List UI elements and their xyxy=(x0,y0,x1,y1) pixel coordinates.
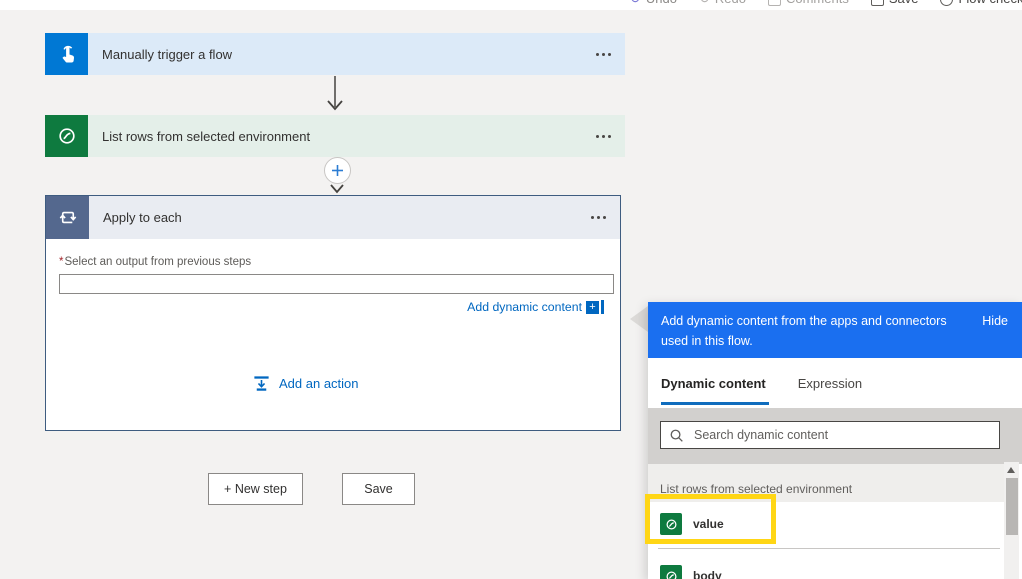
scrollbar-thumb[interactable] xyxy=(1005,478,1018,535)
save-toolbar-button[interactable]: Save xyxy=(870,0,919,10)
save-toolbar-label: Save xyxy=(889,0,919,10)
scroll-up-arrow-icon[interactable] xyxy=(1007,467,1015,473)
add-dynamic-content-button[interactable]: Add dynamic content + xyxy=(467,300,604,314)
dataverse-icon xyxy=(45,115,88,157)
panel-header: Add dynamic content from the apps and co… xyxy=(648,302,1022,358)
redo-icon: ↻ xyxy=(699,0,710,10)
action-card-list-rows[interactable]: List rows from selected environment xyxy=(45,115,625,157)
list-rows-card-menu-button[interactable] xyxy=(596,134,599,138)
section-header-strip: List rows from selected environment xyxy=(648,464,1006,502)
select-output-input[interactable] xyxy=(59,274,614,294)
connector-arrow xyxy=(327,76,343,111)
search-band xyxy=(648,408,1022,464)
dataverse-icon xyxy=(660,565,682,579)
flow-checker-label: Flow checker xyxy=(958,0,1022,10)
add-an-action-label: Add an action xyxy=(279,376,359,391)
panel-scrollbar[interactable] xyxy=(1004,462,1019,579)
item-label: body xyxy=(693,569,722,579)
loop-icon xyxy=(46,196,89,239)
flow-designer-screen: ↺ Undo ↻ Redo Comments Save Flow checker xyxy=(0,0,1022,579)
manual-trigger-icon xyxy=(45,33,88,75)
tab-dynamic-content[interactable]: Dynamic content xyxy=(661,376,766,391)
tab-expression[interactable]: Expression xyxy=(798,376,862,391)
section-header: List rows from selected environment xyxy=(660,482,853,496)
comments-label: Comments xyxy=(786,0,849,10)
hide-button[interactable]: Hide xyxy=(982,311,1008,331)
trigger-card-title: Manually trigger a flow xyxy=(102,46,233,62)
new-step-button[interactable]: + New step xyxy=(208,473,303,505)
undo-label: Undo xyxy=(646,0,677,10)
search-input[interactable] xyxy=(692,427,991,443)
add-dynamic-content-label: Add dynamic content xyxy=(467,300,582,314)
active-tab-underline xyxy=(661,402,769,405)
search-icon xyxy=(670,429,683,442)
dynamic-content-list: List rows from selected environment valu… xyxy=(648,464,1022,579)
dataverse-icon xyxy=(660,513,682,535)
scope-apply-to-each: Apply to each *Select an output from pre… xyxy=(45,195,621,431)
search-box[interactable] xyxy=(660,421,1000,449)
comments-button[interactable]: Comments xyxy=(767,0,849,10)
insert-step-button[interactable] xyxy=(324,157,351,184)
item-divider xyxy=(658,548,1000,549)
flow-checker-icon xyxy=(940,0,954,6)
save-button[interactable]: Save xyxy=(342,473,415,505)
plus-icon xyxy=(332,165,343,176)
add-action-icon xyxy=(254,376,269,391)
flow-checker-button[interactable]: Flow checker xyxy=(940,0,1022,10)
dynamic-content-item-value[interactable]: value xyxy=(648,502,1002,546)
comments-icon xyxy=(767,0,781,6)
apply-to-each-title: Apply to each xyxy=(103,210,182,225)
add-dynamic-content-icon: + xyxy=(586,300,604,314)
dynamic-content-panel: Add dynamic content from the apps and co… xyxy=(648,302,1022,579)
save-icon xyxy=(870,0,884,6)
connector-arrowhead xyxy=(330,184,344,194)
redo-label: Redo xyxy=(715,0,746,10)
undo-icon: ↺ xyxy=(630,0,641,10)
item-label: value xyxy=(693,517,724,531)
undo-button[interactable]: ↺ Undo xyxy=(630,0,677,10)
panel-pointer-beak xyxy=(630,306,648,332)
trigger-card-manually-trigger-a-flow[interactable]: Manually trigger a flow xyxy=(45,33,625,75)
add-an-action-button[interactable]: Add an action xyxy=(252,374,359,393)
list-rows-card-title: List rows from selected environment xyxy=(102,128,311,144)
apply-to-each-menu-button[interactable] xyxy=(591,216,594,219)
output-field-label: *Select an output from previous steps xyxy=(59,256,252,268)
top-toolbar: ↺ Undo ↻ Redo Comments Save Flow checker xyxy=(0,0,1022,10)
apply-to-each-header[interactable]: Apply to each xyxy=(46,196,620,239)
dynamic-content-item-body[interactable]: body xyxy=(648,554,1002,579)
trigger-card-menu-button[interactable] xyxy=(596,52,599,56)
redo-button[interactable]: ↻ Redo xyxy=(699,0,746,10)
required-marker: * xyxy=(59,256,64,268)
panel-tabs: Dynamic content Expression xyxy=(648,358,1022,408)
panel-header-text: Add dynamic content from the apps and co… xyxy=(661,314,947,348)
